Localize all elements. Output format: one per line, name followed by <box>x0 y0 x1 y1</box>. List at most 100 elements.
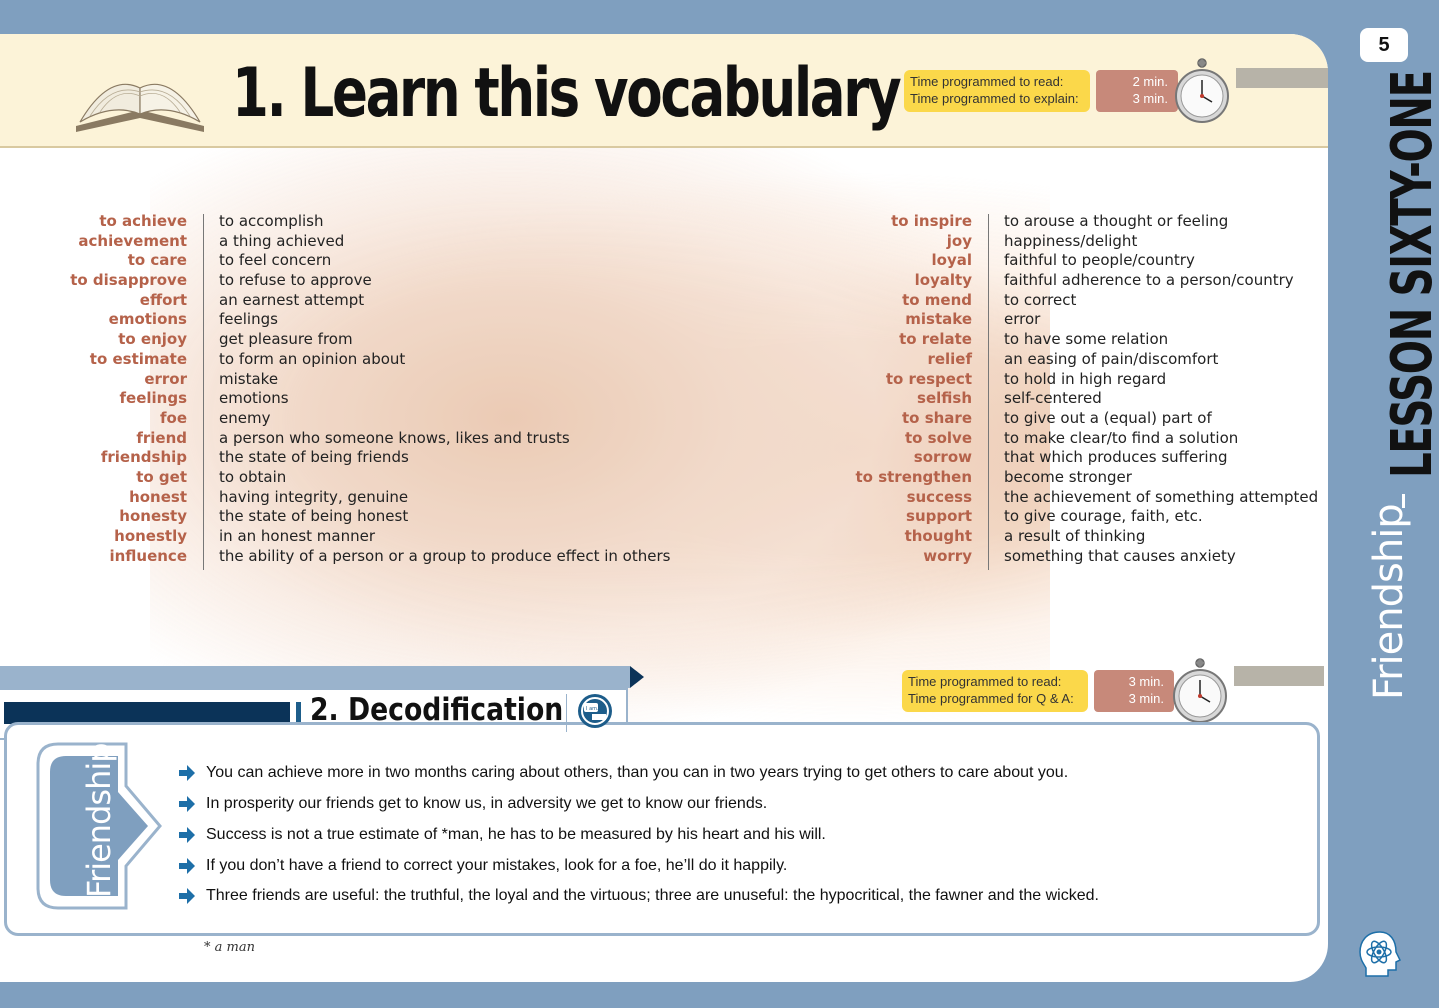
deco-header-strip <box>0 666 630 688</box>
lesson-title-text: LESSON SIXTY-ONE <box>1380 71 1439 478</box>
deco-accent-bar <box>296 702 301 724</box>
footnote: * a man <box>204 940 255 955</box>
quote-item: Success is not a true estimate of *man, … <box>178 826 826 846</box>
vocab-term: to respect <box>885 369 972 388</box>
vocab-term: to share <box>902 408 972 427</box>
timer-bottom-label-read: Time programmed to read: <box>908 674 1062 689</box>
vocab-row: to respect to hold in high regard <box>0 370 1439 390</box>
vocab-definition: to make clear/to find a solution <box>1004 428 1239 447</box>
vocab-term: to strengthen <box>855 467 972 486</box>
vocab-term: success <box>906 487 972 506</box>
vocab-term: relief <box>927 349 972 368</box>
vocab-term: to mend <box>902 290 972 309</box>
vocab-term: to relate <box>899 330 972 349</box>
vocab-definition: to arouse a thought or feeling <box>1004 212 1229 230</box>
vocab-term: selfish <box>917 389 972 408</box>
vocab-row: relief an easing of pain/discomfort <box>0 350 1439 370</box>
timer-bottom-values: 3 min. 3 min. <box>1094 670 1174 712</box>
vocab-term: support <box>906 507 972 526</box>
vocab-term: loyalty <box>914 271 972 290</box>
vocab-definition: self-centered <box>1004 389 1102 408</box>
deco-dark-bar <box>4 702 290 724</box>
vocab-row: to inspire to arouse a thought or feeling <box>0 212 1439 232</box>
quote-text: Success is not a true estimate of *man, … <box>206 826 826 844</box>
vocab-definition: happiness/delight <box>1004 231 1138 250</box>
vocab-term: mistake <box>905 310 972 329</box>
timer-top-bar <box>1236 68 1328 88</box>
section-title: 2. Decodification <box>310 692 564 728</box>
vocab-row: joy happiness/delight <box>0 232 1439 252</box>
vocab-row: success the achievement of something atte… <box>0 488 1439 508</box>
timer-top-label-explain: Time programmed to explain: <box>910 91 1079 106</box>
stopwatch-icon <box>1175 58 1229 123</box>
vocab-term: to solve <box>904 428 972 447</box>
vocab-definition: to have some relation <box>1004 330 1169 349</box>
vocab-definition: become stronger <box>1004 467 1132 486</box>
quote-text: If you don’t have a friend to correct yo… <box>206 857 788 875</box>
quote-item: If you don’t have a friend to correct yo… <box>178 857 787 877</box>
vocab-definition: the achievement of something attempted <box>1004 487 1319 506</box>
timer-top-labels: Time programmed to read: Time programmed… <box>904 70 1090 112</box>
arrow-bullet-icon <box>179 888 195 904</box>
vocab-definition: an easing of pain/discomfort <box>1004 349 1219 368</box>
quote-item: You can achieve more in two months carin… <box>178 764 1068 784</box>
vocab-row: support to give courage, faith, etc. <box>0 507 1439 527</box>
vocab-definition: to correct <box>1004 290 1077 309</box>
vocab-term: loyal <box>931 251 973 270</box>
vocab-row: loyal faithful to people/country <box>0 251 1439 271</box>
timer-bottom-labels: Time programmed to read: Time programmed… <box>902 670 1088 712</box>
vocab-term: thought <box>904 527 972 545</box>
vocab-definition: error <box>1004 310 1041 329</box>
arrow-bullet-icon <box>179 796 195 812</box>
vocab-definition: to give out a (equal) part of <box>1004 408 1212 427</box>
vocab-row: to mend to correct <box>0 291 1439 311</box>
arrow-bullet-icon <box>179 827 195 843</box>
topic-title: Friendship <box>1366 504 1412 700</box>
vocab-row: to strengthen become stronger <box>0 468 1439 488</box>
page-title: 1. Learn this vocabulary <box>232 54 902 133</box>
vocab-term: sorrow <box>913 448 972 467</box>
open-book-icon <box>76 83 204 132</box>
vocab-row: selfish self-centered <box>0 389 1439 409</box>
deco-separator <box>566 694 567 732</box>
stopwatch-icon <box>1173 658 1227 723</box>
quote-text: Three friends are useful: the truthful, … <box>206 887 1099 905</box>
vocab-definition: faithful to people/country <box>1004 251 1195 270</box>
quote-text: You can achieve more in two months carin… <box>206 764 1069 782</box>
vocab-term: to inspire <box>891 212 972 230</box>
vocab-row: thought a result of thinking <box>0 527 1439 547</box>
timer-top-value-read: 2 min. <box>1132 74 1168 89</box>
i-am-icon-label: I am... <box>586 706 602 712</box>
vocab-row: to solve to make clear/to find a solution <box>0 429 1439 449</box>
vocab-term: worry <box>923 546 972 565</box>
timer-top-values: 2 min. 3 min. <box>1096 70 1178 112</box>
atom-head-icon <box>1359 931 1402 977</box>
timer-bottom-value-qa: 3 min. <box>1128 691 1164 706</box>
side-tab-label: Friendship <box>80 743 118 898</box>
quote-item: In prosperity our friends get to know us… <box>178 795 767 815</box>
vocab-row: to share to give out a (equal) part of <box>0 409 1439 429</box>
vocab-row: sorrow that which produces suffering <box>0 448 1439 468</box>
quote-text: In prosperity our friends get to know us… <box>206 795 768 813</box>
vocab-row: loyalty faithful adherence to a person/co… <box>0 271 1439 291</box>
vocab-term: joy <box>946 231 972 250</box>
vocab-definition: to hold in high regard <box>1004 369 1167 388</box>
vocab-definition: a result of thinking <box>1004 527 1146 545</box>
timer-top-value-explain: 3 min. <box>1132 91 1168 106</box>
quote-item: Three friends are useful: the truthful, … <box>178 887 1099 907</box>
arrow-bullet-icon <box>179 858 195 874</box>
vocab-row: worry something that causes anxiety <box>0 547 1439 567</box>
i-am-icon: I am... <box>578 694 612 728</box>
deco-header-arrow <box>630 666 644 688</box>
arrow-bullet-icon <box>179 765 195 781</box>
vocab-definition: faithful adherence to a person/country <box>1004 271 1294 290</box>
vocab-definition: that which produces suffering <box>1004 448 1228 467</box>
timer-top-label-read: Time programmed to read: <box>910 74 1064 89</box>
vocab-row: to relate to have some relation <box>0 330 1439 350</box>
vocab-right: to inspire to arouse a thought or feeling… <box>0 212 1439 570</box>
timer-bottom-label-qa: Time programmed for Q & A: <box>908 691 1074 706</box>
vocab-row: mistake error <box>0 310 1439 330</box>
vocab-definition: something that causes anxiety <box>1004 546 1236 565</box>
timer-bottom-value-read: 3 min. <box>1128 674 1164 689</box>
timer-bottom-bar <box>1234 666 1324 686</box>
